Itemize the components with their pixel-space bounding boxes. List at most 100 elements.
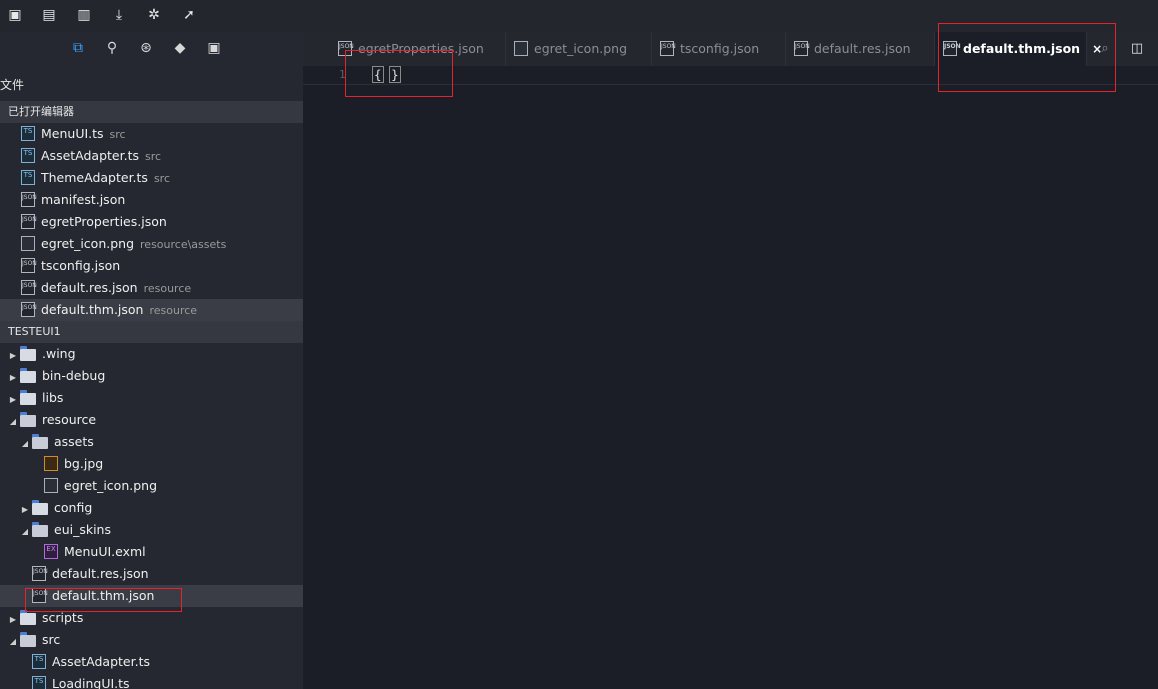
- ts-file-icon: TS: [21, 170, 35, 185]
- highlight-box-tab: [938, 23, 1116, 92]
- tab-label: egret_icon.png: [534, 41, 628, 56]
- ts-file-icon: TS: [32, 654, 46, 669]
- tree-item-label: libs: [42, 390, 64, 405]
- open-editor-label: ThemeAdapter.ts: [41, 170, 148, 185]
- tree-file[interactable]: TS LoadingUI.ts: [0, 673, 303, 689]
- chevron-down-icon[interactable]: ◢: [8, 631, 18, 653]
- files-icon[interactable]: ⧉: [69, 39, 87, 57]
- png-file-icon: [44, 478, 58, 493]
- tree-item-label: MenuUI.exml: [64, 544, 146, 559]
- json-file-icon: JSON: [21, 302, 37, 317]
- project-header[interactable]: TESTEUI1: [0, 321, 303, 343]
- folder-icon: [20, 609, 36, 625]
- tab-default-res-json[interactable]: JSON default.res.json: [786, 32, 935, 66]
- exml-file-icon: EX: [44, 544, 58, 559]
- chevron-down-icon[interactable]: ◢: [8, 411, 18, 433]
- folder-icon: [20, 345, 36, 361]
- split-editor-icon[interactable]: ◫: [1129, 41, 1145, 57]
- open-editor-label: default.thm.json: [41, 302, 144, 317]
- launch-icon[interactable]: ➚: [180, 6, 198, 24]
- git-icon[interactable]: ⊛: [137, 39, 155, 57]
- sidebar: ⧉ ⚲ ⊛ ◆ ▣ 文件 已打开编辑器 TS MenuUI.ts src TS Asse…: [0, 32, 303, 689]
- tab-label: default.res.json: [814, 41, 911, 56]
- folder-icon: [32, 433, 48, 449]
- open-editor-label: egretProperties.json: [41, 214, 167, 229]
- tree-folder[interactable]: ▶ libs: [0, 387, 303, 409]
- open-editor-path: resource: [149, 304, 198, 317]
- tree-folder[interactable]: ▶ config: [0, 497, 303, 519]
- save-icon[interactable]: ▤: [40, 6, 58, 24]
- json-file-icon: JSON: [21, 258, 37, 273]
- tab-egret-icon-png[interactable]: egret_icon.png: [506, 32, 652, 66]
- tree-file[interactable]: bg.jpg: [0, 453, 303, 475]
- tab-tsconfig-json[interactable]: JSON tsconfig.json: [652, 32, 786, 66]
- highlight-box-editor: [345, 50, 453, 97]
- tree-folder[interactable]: ◢ assets: [0, 431, 303, 453]
- tree-file[interactable]: EX MenuUI.exml: [0, 541, 303, 563]
- folder-icon: [32, 521, 48, 537]
- tree-item-label: bin-debug: [42, 368, 106, 383]
- extensions-icon[interactable]: ◆: [171, 39, 189, 57]
- tree-folder[interactable]: ◢ src: [0, 629, 303, 651]
- files-label: 文件: [0, 78, 25, 92]
- tree-item-label: AssetAdapter.ts: [52, 654, 150, 669]
- chevron-right-icon[interactable]: ▶: [20, 499, 30, 521]
- open-editor-item[interactable]: egret_icon.png resource\assets: [0, 233, 303, 255]
- open-editor-item[interactable]: JSON default.thm.json resource: [0, 299, 303, 321]
- jpg-file-icon: [44, 456, 58, 471]
- folder-icon: [20, 631, 36, 647]
- layout-icon[interactable]: ▣: [205, 39, 223, 57]
- debug-icon[interactable]: ✲: [145, 6, 163, 24]
- chevron-right-icon[interactable]: ▶: [8, 609, 18, 631]
- tree-item-label: config: [54, 500, 93, 515]
- search-icon[interactable]: ⚲: [103, 39, 121, 57]
- tree-folder[interactable]: ▶ .wing: [0, 343, 303, 365]
- tree-item-label: eui_skins: [54, 522, 111, 537]
- tree-item-label: scripts: [42, 610, 84, 625]
- ts-file-icon: TS: [21, 148, 35, 163]
- open-editor-item[interactable]: JSON default.res.json resource: [0, 277, 303, 299]
- folder-icon: [20, 411, 36, 427]
- tree-item-label: bg.jpg: [64, 456, 104, 471]
- ts-file-icon: TS: [21, 126, 35, 141]
- tree-item-label: src: [42, 632, 61, 647]
- new-project-icon[interactable]: ▣: [6, 6, 24, 24]
- png-file-icon: [514, 41, 528, 56]
- open-editor-label: default.res.json: [41, 280, 138, 295]
- tree-folder[interactable]: ▶ bin-debug: [0, 365, 303, 387]
- download-icon[interactable]: ⤓: [110, 6, 128, 24]
- tree-file[interactable]: TS AssetAdapter.ts: [0, 651, 303, 673]
- chevron-right-icon[interactable]: ▶: [8, 389, 18, 411]
- open-editor-item[interactable]: JSON egretProperties.json: [0, 211, 303, 233]
- tree-item-label: egret_icon.png: [64, 478, 158, 493]
- tab-label: tsconfig.json: [680, 41, 760, 56]
- open-editor-label: egret_icon.png: [41, 236, 135, 251]
- code-editor[interactable]: 1 { }: [303, 66, 1158, 689]
- save-all-icon[interactable]: ▥: [75, 6, 93, 24]
- open-editor-item[interactable]: JSON tsconfig.json: [0, 255, 303, 277]
- open-editor-item[interactable]: TS MenuUI.ts src: [0, 123, 303, 145]
- open-editor-path: resource\assets: [140, 238, 227, 251]
- open-editor-label: AssetAdapter.ts: [41, 148, 139, 163]
- json-file-icon: JSON: [21, 214, 37, 229]
- open-editor-path: src: [153, 172, 171, 185]
- open-editor-item[interactable]: TS ThemeAdapter.ts src: [0, 167, 303, 189]
- ts-file-icon: TS: [32, 676, 46, 689]
- tree-folder[interactable]: ◢ eui_skins: [0, 519, 303, 541]
- tree-item-label: default.res.json: [52, 566, 149, 581]
- tree-item-label: resource: [42, 412, 97, 427]
- open-editor-item[interactable]: TS AssetAdapter.ts src: [0, 145, 303, 167]
- open-editors-header[interactable]: 已打开编辑器: [0, 101, 303, 123]
- chevron-down-icon[interactable]: ◢: [20, 433, 30, 455]
- sidebar-tabs: ⧉ ⚲ ⊛ ◆ ▣: [0, 32, 303, 64]
- tree-item-label: assets: [54, 434, 94, 449]
- chevron-right-icon[interactable]: ▶: [8, 367, 18, 389]
- open-editor-path: src: [109, 128, 126, 141]
- json-file-icon: JSON: [660, 41, 676, 56]
- tree-folder[interactable]: ◢ resource: [0, 409, 303, 431]
- chevron-down-icon[interactable]: ◢: [20, 521, 30, 543]
- tree-file[interactable]: egret_icon.png: [0, 475, 303, 497]
- chevron-right-icon[interactable]: ▶: [8, 345, 18, 367]
- open-editor-item[interactable]: JSON manifest.json: [0, 189, 303, 211]
- tree-file[interactable]: JSON default.res.json: [0, 563, 303, 585]
